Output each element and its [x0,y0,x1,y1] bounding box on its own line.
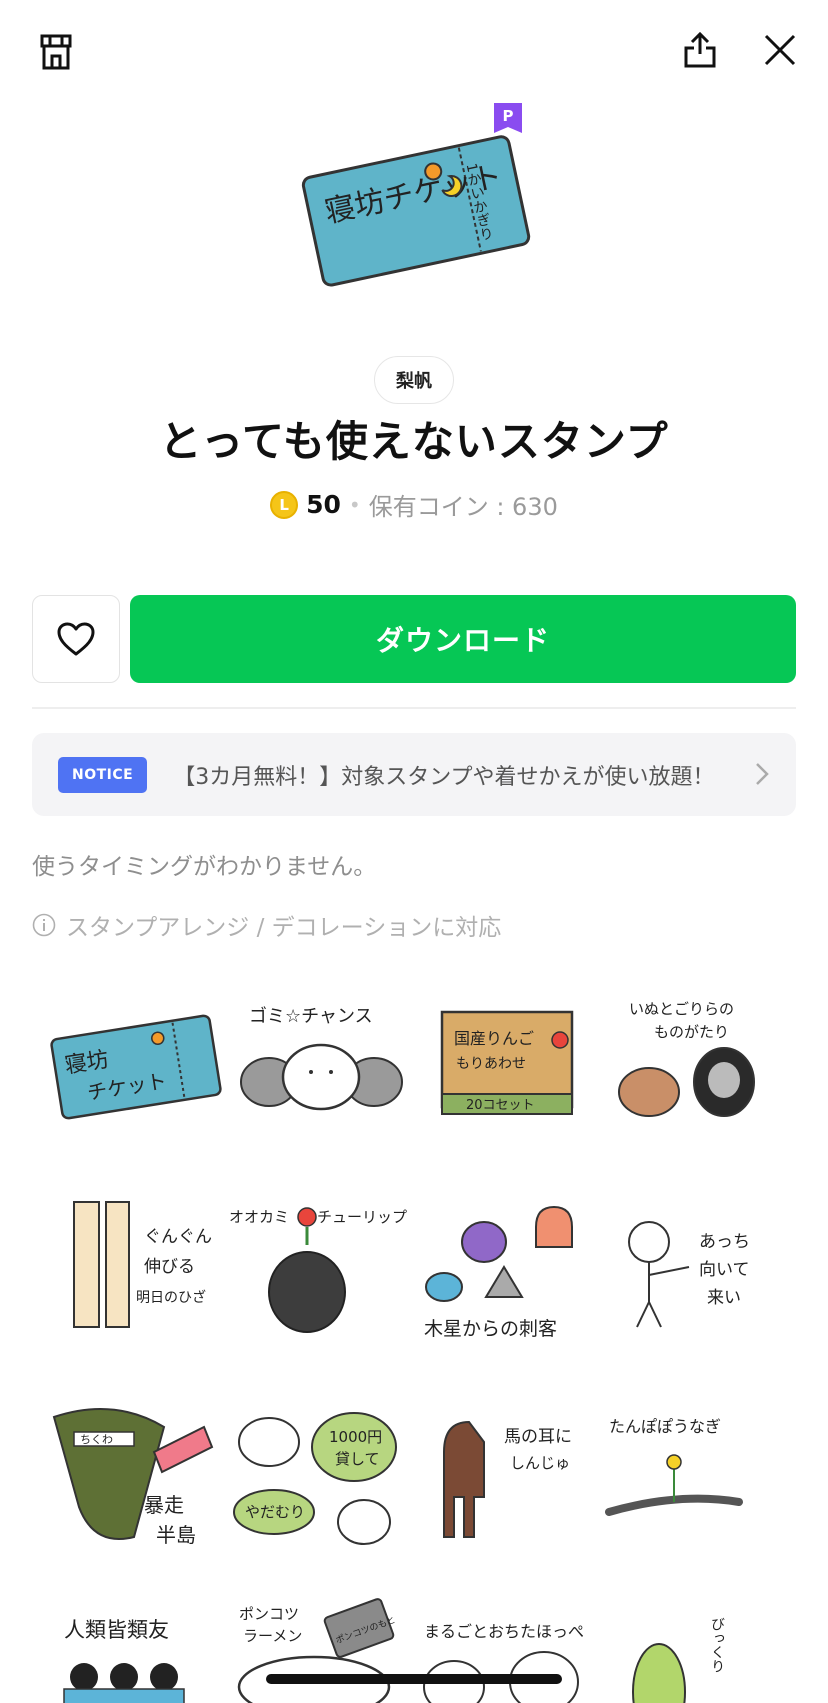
svg-text:しんじゅ: しんじゅ [510,1454,570,1472]
sticker-item[interactable]: 人類皆類友 [44,1597,229,1703]
notice-tag: NOTICE [58,756,148,793]
arrange-info: スタンプアレンジ / デコレーションに対応 [32,908,501,942]
sticker-item[interactable]: オオカミ チューリップ [229,1187,414,1357]
svg-text:あっち: あっち [699,1232,750,1252]
owned-coins: 保有コイン : 630 [368,493,558,521]
sticker-item[interactable]: いぬとごりらの ものがたり [599,982,784,1152]
sticker-item[interactable]: びっくり [599,1597,784,1703]
notice-banner[interactable]: NOTICE 【3カ月無料！】対象スタンプや着せかえが使い放題！ [32,733,796,816]
svg-text:チューリップ: チューリップ [317,1208,407,1226]
sticker-item[interactable]: ぐんぐん 伸びる 明日のひざ [44,1187,229,1357]
author-chip[interactable]: 梨帆 [374,356,454,404]
sticker-item[interactable]: あっち 向いて 来い [599,1187,784,1357]
svg-text:20コセット: 20コセット [466,1098,535,1113]
sticker-item[interactable]: ちくわ 暴走 半島 [44,1392,229,1562]
divider [32,707,796,709]
svg-text:やだむり: やだむり [245,1503,305,1521]
shop-icon[interactable] [28,24,84,80]
sticker-item[interactable]: 国産りんご もりあわせ 20コセット [414,982,599,1152]
svg-text:貸して: 貸して [335,1450,380,1468]
info-text: スタンプアレンジ / デコレーションに対応 [66,915,502,941]
svg-text:1000円: 1000円 [329,1428,382,1446]
svg-text:P: P [503,107,514,125]
svg-text:人類皆類友: 人類皆類友 [64,1618,169,1642]
line-coin-icon: L [270,490,299,519]
sticker-item[interactable]: 木星からの刺客 [414,1187,599,1357]
svg-text:伸びる: 伸びる [144,1257,195,1277]
price-value: 50 [306,490,341,519]
svg-text:馬の耳に: 馬の耳に [504,1427,572,1447]
svg-text:ラーメン: ラーメン [243,1627,302,1645]
download-button[interactable]: ダウンロード [130,595,796,683]
price-row: L 50 • 保有コイン : 630 [0,487,828,522]
page-title: とっても使えないスタンプ [159,417,669,466]
sticker-item[interactable]: まるごとおちたほっぺ [414,1597,599,1703]
share-icon[interactable] [672,22,728,78]
svg-text:ぐんぐん: ぐんぐん [144,1227,212,1247]
notice-text: 【3カ月無料！】対象スタンプや着せかえが使い放題！ [173,764,715,790]
svg-text:向いて: 向いて [699,1260,750,1280]
svg-text:まるごとおちたほっぺ: まるごとおちたほっぺ [424,1622,584,1641]
svg-text:ゴミ☆チャンス: ゴミ☆チャンス [249,1006,373,1027]
svg-text:ポンコツ: ポンコツ [239,1605,299,1623]
description: 使うタイミングがわかりません。 [32,854,377,880]
svg-text:木星からの刺客: 木星からの刺客 [424,1318,557,1340]
sticker-item[interactable]: たんぽぽうなぎ [599,1392,784,1562]
premium-badge-icon: P [494,103,522,133]
svg-text:明日のひざ: 明日のひざ [136,1289,206,1306]
svg-text:びっくり: びっくり [709,1617,725,1673]
svg-text:ものがたり: ものがたり [654,1023,729,1041]
sticker-item[interactable]: ポンコツ ラーメン ポンコツのもと [229,1597,414,1703]
home-indicator[interactable] [266,1674,562,1684]
info-icon [32,913,56,937]
heart-icon [57,622,95,656]
svg-text:国産りんご: 国産りんご [454,1029,534,1048]
svg-text:たんぽぽうなぎ: たんぽぽうなぎ [609,1417,721,1436]
sticker-item[interactable]: 馬の耳に しんじゅ [414,1392,599,1562]
svg-text:暴走: 暴走 [144,1493,184,1517]
svg-text:来い: 来い [707,1288,741,1308]
svg-text:半島: 半島 [156,1523,196,1547]
top-bar [0,0,828,100]
separator-dot: • [348,492,361,517]
sticker-item[interactable]: 1000円 貸して やだむり [229,1392,414,1562]
sticker-item[interactable]: 寝坊 チケット [44,982,229,1152]
svg-text:もりあわせ: もりあわせ [456,1056,526,1072]
favorite-button[interactable] [32,595,120,683]
chevron-right-icon [756,763,769,785]
svg-text:オオカミ: オオカミ [229,1208,289,1226]
sticker-item[interactable]: ゴミ☆チャンス [229,982,414,1152]
close-icon[interactable] [752,22,808,78]
svg-text:ちくわ: ちくわ [80,1433,113,1446]
svg-text:いぬとごりらの: いぬとごりらの [629,1000,734,1018]
